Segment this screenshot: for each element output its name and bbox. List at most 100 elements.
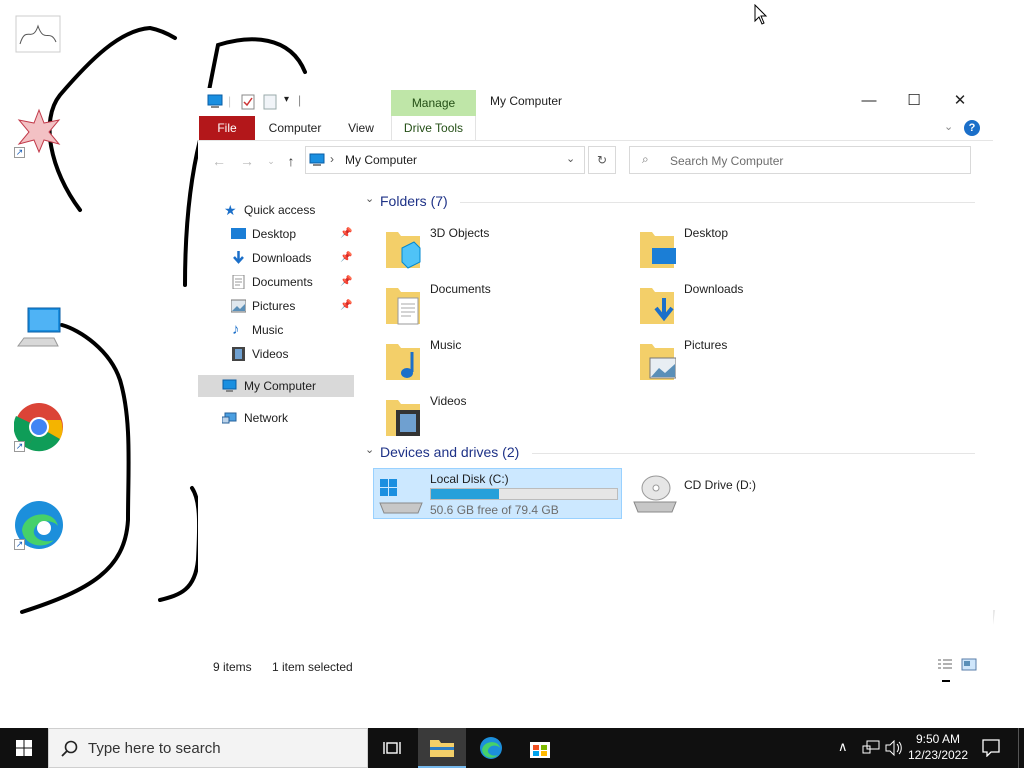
folder-desktop[interactable]: Desktop [622, 226, 862, 274]
nav-quick-access[interactable]: ★ Quick access [198, 199, 354, 221]
folder-music-icon [386, 344, 420, 380]
expand-ribbon-icon[interactable]: ⌄ [944, 120, 953, 133]
new-folder-icon[interactable] [262, 94, 278, 110]
nav-videos-label: Videos [252, 347, 289, 361]
folder-label: 3D Objects [430, 226, 490, 240]
search-box[interactable]: ⌕ Search My Computer [629, 146, 971, 174]
clock-date: 12/23/2022 [907, 748, 969, 762]
show-hidden-icons-icon[interactable]: ∧ [838, 739, 848, 755]
window-title: My Computer [490, 94, 563, 108]
pictures-icon [231, 299, 246, 313]
downloads-icon [233, 251, 244, 264]
address-bar[interactable]: › My Computer ⌄ [305, 146, 585, 174]
large-icons-view-icon[interactable] [961, 658, 977, 672]
nav-music[interactable]: ♪ Music [198, 319, 354, 341]
tab-file[interactable]: File [199, 116, 255, 140]
up-button[interactable]: ↑ [280, 152, 302, 170]
network-icon [222, 412, 237, 424]
recent-locations-button[interactable]: ⌄ [260, 152, 282, 170]
back-button[interactable]: ← [208, 152, 230, 170]
folder-desktop-icon [640, 232, 676, 268]
desktop-edge-icon[interactable]: ↗ [14, 500, 64, 550]
address-location[interactable]: My Computer [345, 153, 417, 167]
tab-view[interactable]: View [338, 116, 384, 140]
desktop-my-computer-icon[interactable] [14, 306, 64, 356]
collapse-group-icon[interactable]: ⌄ [365, 192, 374, 205]
hard-drive-icon [379, 479, 423, 514]
pin-icon: 📌 [340, 276, 353, 287]
manage-tab[interactable]: Manage [391, 90, 476, 116]
pin-icon: 📌 [340, 228, 353, 239]
refresh-button[interactable]: ↻ [588, 146, 616, 174]
drive-c-usage-bar [430, 488, 618, 500]
taskbar-clock[interactable]: 9:50 AM 12/23/2022 [906, 731, 970, 763]
minimize-button[interactable]: — [846, 88, 892, 114]
shortcut-arrow-icon: ↗ [14, 539, 25, 550]
folder-documents-icon [386, 288, 420, 325]
devices-group-header[interactable]: Devices and drives (2) [380, 442, 519, 462]
details-view-icon[interactable] [937, 658, 953, 672]
nav-documents[interactable]: Documents 📌 [198, 271, 354, 293]
folder-3d-objects-icon [386, 232, 421, 269]
taskbar-store[interactable] [516, 728, 564, 768]
collapse-group-icon[interactable]: ⌄ [365, 443, 374, 456]
properties-icon[interactable] [240, 94, 256, 110]
desktop-chrome-icon[interactable]: ↗ [13, 402, 64, 452]
network-icon[interactable] [862, 740, 880, 756]
shortcut-arrow-icon: ↗ [14, 441, 25, 452]
nav-downloads[interactable]: Downloads 📌 [198, 247, 354, 269]
folder-downloads[interactable]: Downloads [622, 282, 862, 330]
shortcut-arrow-icon: ↗ [14, 147, 25, 158]
nav-my-computer-label: My Computer [244, 379, 317, 393]
folder-label: Downloads [684, 282, 744, 296]
folder-music[interactable]: Music [368, 338, 608, 386]
nav-quick-access-label: Quick access [244, 203, 316, 217]
customize-toolbar-icon[interactable]: ▾ [284, 94, 289, 105]
nav-desktop[interactable]: Desktop 📌 [198, 223, 354, 245]
tab-drive-tools[interactable]: Drive Tools [391, 116, 476, 140]
nav-videos[interactable]: Videos [198, 343, 354, 365]
help-icon[interactable]: ? [964, 120, 980, 136]
documents-icon [232, 275, 245, 289]
clock-time: 9:50 AM [915, 732, 961, 746]
taskbar: Type here to search ∧ 9:50 AM 12/23/2022 [0, 728, 1024, 768]
star-icon: ★ [224, 202, 237, 218]
windows-logo-icon [16, 740, 32, 756]
notifications-icon[interactable] [982, 739, 1000, 757]
videos-icon [232, 347, 245, 361]
address-dropdown-icon[interactable]: ⌄ [566, 152, 575, 165]
drive-d[interactable]: CD Drive (D:) [628, 468, 868, 519]
search-input[interactable]: Search My Computer [670, 154, 783, 168]
navigation-pane: ★ Quick access Desktop 📌 Downloads 📌 Doc… [198, 194, 356, 444]
desktop-recycle-icon[interactable]: ↗ [14, 108, 64, 158]
folders-group-header[interactable]: Folders (7) [380, 191, 448, 211]
taskbar-edge[interactable] [467, 728, 515, 768]
taskbar-file-explorer[interactable] [418, 728, 466, 768]
folder-label: Documents [430, 282, 491, 296]
computer-icon [207, 94, 223, 108]
search-icon [61, 740, 78, 757]
folder-documents[interactable]: Documents [368, 282, 608, 330]
task-view-button[interactable] [368, 728, 416, 768]
nav-network[interactable]: Network [198, 407, 354, 429]
folder-videos[interactable]: Videos [368, 394, 608, 442]
folder-3d-objects[interactable]: 3D Objects [368, 226, 608, 274]
file-explorer-icon [430, 740, 454, 757]
folder-pictures[interactable]: Pictures [622, 338, 862, 386]
desktop-folder-icon [231, 228, 246, 239]
nav-documents-label: Documents [252, 275, 313, 289]
maximize-button[interactable]: ☐ [891, 88, 937, 114]
show-desktop-button[interactable] [1018, 728, 1019, 768]
close-button[interactable]: ✕ [937, 88, 983, 114]
group-divider [532, 453, 975, 454]
volume-icon[interactable] [885, 740, 903, 756]
taskbar-search-input[interactable]: Type here to search [88, 740, 221, 757]
taskbar-search-box[interactable]: Type here to search [48, 728, 368, 768]
nav-my-computer[interactable]: My Computer [198, 375, 354, 397]
tab-computer[interactable]: Computer [260, 116, 330, 140]
desktop-drawing-icon[interactable] [14, 14, 64, 64]
forward-button[interactable]: → [236, 152, 258, 170]
nav-pictures[interactable]: Pictures 📌 [198, 295, 354, 317]
drive-c[interactable]: Local Disk (C:) 50.6 GB free of 79.4 GB [373, 468, 622, 519]
start-button[interactable] [0, 728, 48, 768]
